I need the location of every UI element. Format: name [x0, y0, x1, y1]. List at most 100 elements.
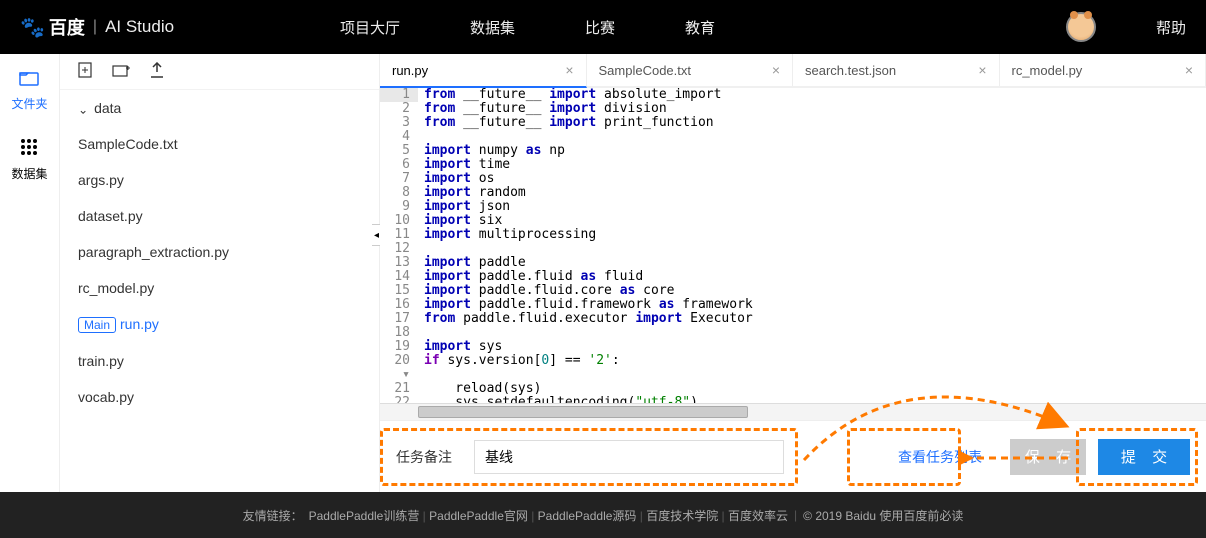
code-text: from __future__ import print_function [418, 116, 714, 130]
scrollbar-horizontal[interactable] [380, 403, 1206, 420]
save-button[interactable]: 保 存 [1010, 439, 1086, 475]
file-tree: data SampleCode.txt args.pydataset.pyparag… [60, 90, 379, 415]
tree-item-paragraph_extraction-py[interactable]: paragraph_extraction.py [60, 234, 379, 270]
tree-item-rc_model-py[interactable]: rc_model.py [60, 270, 379, 306]
code-text [418, 130, 424, 144]
nav-item-education[interactable]: 教育 [685, 17, 715, 38]
tree-item-label: rc_model.py [78, 280, 154, 296]
line-number: 21 [380, 382, 418, 396]
new-folder-icon[interactable] [112, 63, 130, 80]
footer-link[interactable]: 百度效率云 [728, 509, 788, 523]
rail: 文件夹 数据集 [0, 54, 60, 492]
footer: 友情链接： PaddlePaddle训练营 | PaddlePaddle官网 |… [0, 492, 1206, 538]
code-editor[interactable]: 1from __future__ import absolute_import2… [380, 88, 1206, 403]
rail-datasets[interactable]: 数据集 [11, 138, 47, 182]
rail-files-label: 文件夹 [11, 95, 47, 112]
code-text: import paddle.fluid.framework as framewo… [418, 298, 753, 312]
nav-item-competition[interactable]: 比赛 [585, 17, 615, 38]
submit-button[interactable]: 提 交 [1098, 439, 1190, 475]
view-tasks-link[interactable]: 查看任务列表 [898, 447, 982, 467]
tree-item-run-py[interactable]: Mainrun.py [60, 306, 379, 343]
logo-studio-text: AI Studio [105, 17, 174, 37]
note-input[interactable] [474, 440, 784, 474]
code-line[interactable]: 4 [380, 130, 1206, 144]
rail-files[interactable]: 文件夹 [11, 70, 47, 112]
code-line[interactable]: 11import multiprocessing [380, 228, 1206, 242]
footer-link[interactable]: PaddlePaddle官网 [429, 509, 528, 523]
rail-datasets-label: 数据集 [11, 165, 47, 182]
code-line[interactable]: 8import random [380, 186, 1206, 200]
code-text: from paddle.fluid.executor import Execut… [418, 312, 753, 326]
tree-item-label: SampleCode.txt [78, 136, 178, 152]
main-area: 文件夹 数据集 data SampleCode.txt args.pydataset… [0, 54, 1206, 492]
nav-item-datasets[interactable]: 数据集 [470, 17, 515, 38]
code-text: import os [418, 172, 494, 186]
tab-rc_model-py[interactable]: rc_model.py× [1000, 54, 1206, 86]
tree-item-args-py[interactable]: args.py [60, 162, 379, 198]
code-line[interactable]: 22 sys.setdefaultencoding("utf-8") [380, 396, 1206, 403]
tab-search-test-json[interactable]: search.test.json× [793, 54, 1000, 86]
code-line[interactable]: 5import numpy as np [380, 144, 1206, 158]
code-line[interactable]: 7import os [380, 172, 1206, 186]
code-line[interactable]: 19import sys [380, 340, 1206, 354]
tree-item-train-py[interactable]: train.py [60, 343, 379, 379]
main-badge: Main [78, 317, 116, 333]
code-text: import numpy as np [418, 144, 565, 158]
grid-icon [20, 138, 38, 161]
code-line[interactable]: 16import paddle.fluid.framework as frame… [380, 298, 1206, 312]
code-text: import paddle [418, 256, 526, 270]
line-number: 17 [380, 312, 418, 326]
code-line[interactable]: 10import six [380, 214, 1206, 228]
code-line[interactable]: 21 reload(sys) [380, 382, 1206, 396]
line-number: 1 [380, 88, 418, 102]
code-text: import paddle.fluid.core as core [418, 284, 674, 298]
code-line[interactable]: 1from __future__ import absolute_import [380, 88, 1206, 102]
code-text: import sys [418, 340, 502, 354]
tree-item-data[interactable]: data [60, 90, 379, 126]
footer-copyright: © 2019 Baidu 使用百度前必读 [803, 507, 963, 524]
paw-icon: 🐾 [20, 15, 45, 40]
tab-SampleCode-txt[interactable]: SampleCode.txt× [587, 54, 794, 86]
code-text: import six [418, 214, 502, 228]
code-line[interactable]: 2from __future__ import division [380, 102, 1206, 116]
nav-item-projects[interactable]: 项目大厅 [340, 17, 400, 38]
avatar[interactable] [1066, 12, 1096, 42]
close-icon[interactable]: × [772, 62, 780, 78]
code-line[interactable]: 6import time [380, 158, 1206, 172]
code-line[interactable]: 17from paddle.fluid.executor import Exec… [380, 312, 1206, 326]
new-file-icon[interactable] [78, 62, 92, 81]
sidebar-toolbar [60, 54, 379, 90]
code-line[interactable]: 9import json [380, 200, 1206, 214]
code-line[interactable]: 20 ▾if sys.version[0] == '2': [380, 354, 1206, 382]
baidu-logo[interactable]: 🐾 百度 [20, 14, 85, 40]
code-text [418, 242, 424, 256]
footer-link[interactable]: PaddlePaddle训练营 [309, 509, 420, 523]
code-line[interactable]: 13import paddle [380, 256, 1206, 270]
upload-icon[interactable] [150, 62, 164, 81]
tree-item-dataset-py[interactable]: dataset.py [60, 198, 379, 234]
code-text: import multiprocessing [418, 228, 596, 242]
code-line[interactable]: 12 [380, 242, 1206, 256]
close-icon[interactable]: × [565, 62, 573, 78]
code-line[interactable]: 14import paddle.fluid as fluid [380, 270, 1206, 284]
close-icon[interactable]: × [978, 62, 986, 78]
line-number: 19 [380, 340, 418, 354]
footer-link[interactable]: 百度技术学院 [646, 509, 718, 523]
tab-run-py[interactable]: run.py× [380, 54, 587, 88]
line-number: 4 [380, 130, 418, 144]
folder-icon [19, 70, 39, 91]
tree-item-SampleCode-txt[interactable]: SampleCode.txt [60, 126, 379, 162]
line-number: 12 [380, 242, 418, 256]
line-number: 7 [380, 172, 418, 186]
editor-tabs: run.py×SampleCode.txt×search.test.json×r… [380, 54, 1206, 88]
note-label: 任务备注 [396, 447, 452, 467]
code-line[interactable]: 3from __future__ import print_function [380, 116, 1206, 130]
close-icon[interactable]: × [1185, 62, 1193, 78]
line-number: 3 [380, 116, 418, 130]
line-number: 13 [380, 256, 418, 270]
code-line[interactable]: 18 [380, 326, 1206, 340]
code-line[interactable]: 15import paddle.fluid.core as core [380, 284, 1206, 298]
tree-item-vocab-py[interactable]: vocab.py [60, 379, 379, 415]
help-link[interactable]: 帮助 [1156, 17, 1186, 38]
footer-link[interactable]: PaddlePaddle源码 [538, 509, 637, 523]
